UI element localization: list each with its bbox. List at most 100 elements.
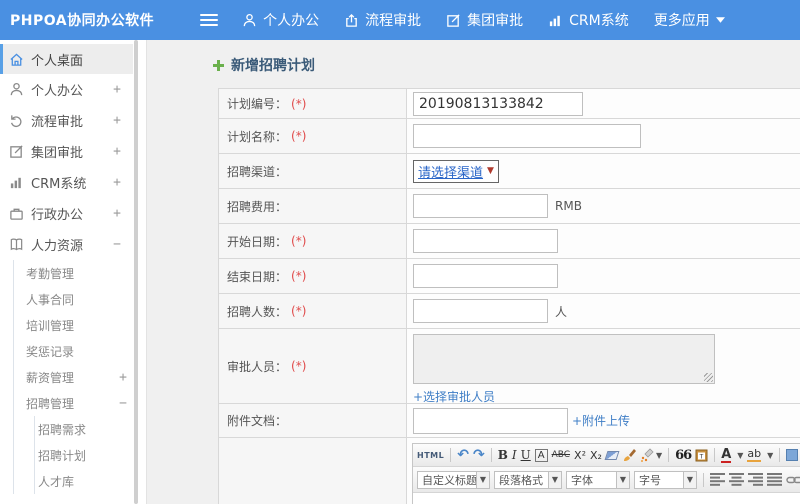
collapse-toggle[interactable]: − (113, 237, 121, 252)
sidebar-item-crm[interactable]: CRM系统 + (0, 167, 133, 198)
submenu-label: 人事合同 (26, 292, 75, 307)
channel-select[interactable]: 请选择渠道 ▼ (413, 159, 499, 183)
form-row-plan-no: 计划编号： (*) (219, 89, 800, 119)
attachment-upload-link[interactable]: +附件上传 (572, 412, 630, 429)
attachment-input[interactable] (413, 407, 568, 434)
page-title-text: 新增招聘计划 (231, 58, 315, 74)
caret-down-icon: ▼ (548, 471, 561, 488)
field-label: 计划编号： (227, 97, 288, 111)
plan-name-input[interactable] (413, 124, 641, 148)
sidebar-item-desktop[interactable]: 个人桌面 (0, 44, 133, 74)
sidebar-item-hr[interactable]: 人力资源 − (0, 229, 133, 260)
fee-input[interactable] (413, 194, 548, 218)
paste-text-icon[interactable]: T (695, 448, 708, 462)
field-label: 计划名称： (227, 129, 288, 144)
sidebar-item-training[interactable]: 培训管理 (14, 312, 133, 338)
editor-content-area[interactable] (413, 493, 800, 504)
topnav-personal-office[interactable]: 个人办公 (242, 10, 319, 30)
briefcase-icon (9, 206, 24, 221)
required-marker: (*) (291, 304, 307, 318)
sidebar-item-label: 个人桌面 (31, 53, 84, 69)
topnav-label: CRM系统 (569, 13, 629, 29)
submenu-label: 招聘管理 (26, 396, 75, 411)
topnav-crm-system[interactable]: CRM系统 (548, 10, 629, 30)
expand-toggle[interactable]: + (113, 82, 121, 97)
superscript-button[interactable]: X² (574, 449, 586, 462)
undo-button[interactable]: ↶ (457, 447, 469, 463)
subscript-button[interactable]: X₂ (590, 449, 602, 462)
hamburger-menu-icon[interactable] (200, 11, 219, 29)
start-date-input[interactable] (413, 229, 558, 253)
resize-grip[interactable] (704, 373, 713, 382)
sidebar-item-workflow-approval[interactable]: 流程审批 + (0, 105, 133, 136)
editor-toolbar-row2: 自定义标题 ▼ 段落格式 ▼ 字体 ▼ 字号 ▼ (413, 467, 800, 493)
format-brush-icon[interactable] (622, 448, 636, 462)
edit-icon (9, 144, 24, 159)
font-size-select[interactable]: 字号 ▼ (634, 470, 697, 489)
image-icon[interactable] (786, 449, 799, 461)
caret-down-icon: ▼ (487, 166, 494, 176)
custom-title-select[interactable]: 自定义标题 ▼ (417, 470, 490, 489)
align-left-icon[interactable] (710, 473, 725, 486)
sidebar-item-talent-pool[interactable]: 人才库 (35, 468, 133, 494)
strikethrough-button[interactable]: ABC (552, 450, 570, 460)
select-approvers-link[interactable]: +选择审批人员 (413, 388, 495, 405)
highlight-color-button[interactable]: ab (747, 448, 762, 462)
field-label: 结束日期： (227, 269, 288, 284)
expand-toggle[interactable]: + (113, 206, 121, 221)
blockquote-button[interactable]: 66 (675, 448, 692, 463)
link-icon[interactable] (786, 475, 800, 485)
sidebar-scrollbar[interactable] (134, 40, 138, 504)
paragraph-format-select[interactable]: 段落格式 ▼ (494, 470, 562, 489)
italic-button[interactable]: I (512, 448, 517, 462)
plus-icon (213, 59, 224, 71)
spellcheck-pen-icon[interactable]: ▼ (640, 448, 662, 462)
field-label: 招聘人数： (227, 304, 288, 319)
editor-toolbar-row1: HTML ↶ ↷ B I U A ABC X² X₂ ▼ 66 T A ▼ ab… (413, 444, 800, 467)
sidebar-item-admin-office[interactable]: 行政办公 + (0, 198, 133, 229)
topnav-workflow-approval[interactable]: 流程审批 (344, 10, 421, 30)
expand-toggle[interactable]: + (113, 113, 121, 128)
sidebar-item-salary[interactable]: 薪资管理 + (14, 364, 133, 390)
submenu-label: 人才库 (38, 474, 75, 489)
select-value: 段落格式 (499, 473, 543, 487)
topnav-more-apps[interactable]: 更多应用 (654, 10, 725, 30)
underline-button[interactable]: U (521, 448, 531, 462)
font-style-button[interactable]: A (534, 448, 548, 462)
font-color-button[interactable]: A (721, 448, 732, 463)
approvers-textarea[interactable] (413, 334, 715, 384)
expand-toggle[interactable]: + (113, 175, 121, 190)
bold-button[interactable]: B (498, 448, 508, 462)
field-label: 附件文档： (227, 414, 288, 428)
align-center-icon[interactable] (729, 473, 744, 486)
headcount-input[interactable] (413, 299, 548, 323)
sidebar-item-group-approval[interactable]: 集团审批 + (0, 136, 133, 167)
expand-toggle[interactable]: + (113, 144, 121, 159)
collapse-toggle[interactable]: − (119, 396, 127, 411)
sidebar-item-rewards[interactable]: 奖惩记录 (14, 338, 133, 364)
topnav-group-approval[interactable]: 集团审批 (446, 10, 523, 30)
eraser-icon[interactable] (604, 450, 620, 460)
sidebar-item-personal-office[interactable]: 个人办公 + (0, 74, 133, 105)
sidebar-item-label: 流程审批 (31, 115, 84, 130)
align-right-icon[interactable] (748, 473, 763, 486)
person-icon (9, 82, 24, 97)
sidebar-item-label: CRM系统 (31, 177, 87, 192)
channel-select-value: 请选择渠道 (418, 165, 484, 181)
sidebar-item-recruit-plan[interactable]: 招聘计划 (35, 442, 133, 468)
sidebar-item-hr-contract[interactable]: 人事合同 (14, 286, 133, 312)
select-value: 字体 (571, 473, 593, 487)
caret-down-icon: ▼ (655, 450, 663, 460)
sidebar-item-recruit-mgmt[interactable]: 招聘管理 − (14, 390, 133, 416)
undo-icon (9, 113, 24, 128)
redo-button[interactable]: ↷ (473, 447, 485, 463)
sidebar-item-recruit-demand[interactable]: 招聘需求 (35, 416, 133, 442)
align-justify-icon[interactable] (767, 473, 782, 486)
plan-no-input[interactable] (413, 91, 583, 116)
end-date-input[interactable] (413, 264, 558, 288)
html-source-button[interactable]: HTML (417, 451, 444, 460)
field-label: 招聘渠道： (227, 164, 288, 179)
sidebar-item-attendance[interactable]: 考勤管理 (14, 260, 133, 286)
expand-toggle[interactable]: + (119, 370, 127, 385)
font-family-select[interactable]: 字体 ▼ (566, 470, 630, 489)
